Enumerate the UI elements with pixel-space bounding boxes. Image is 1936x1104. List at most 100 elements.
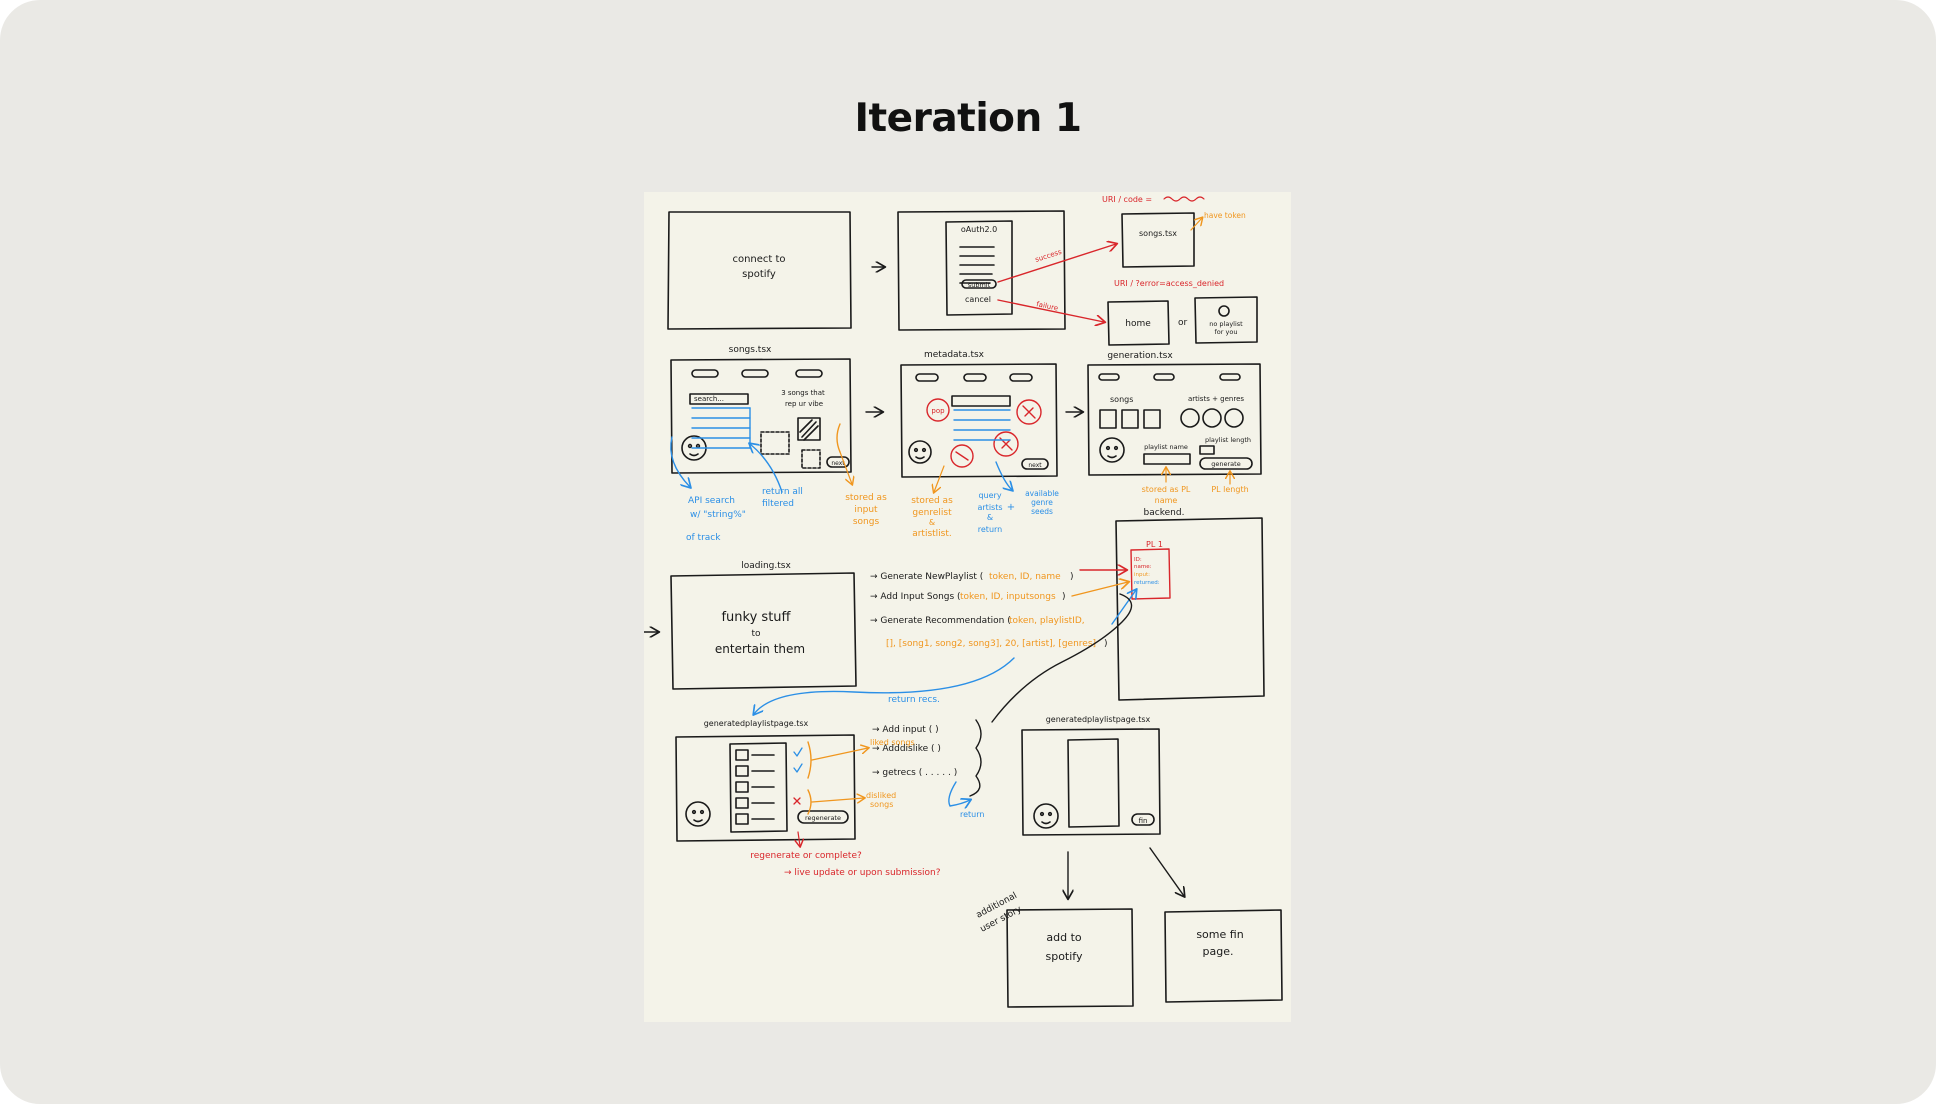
arrow-return (948, 781, 970, 806)
return-all-line1: return all (762, 487, 803, 497)
or-label: or (1178, 318, 1188, 328)
query-plus: + (1007, 502, 1015, 513)
gen-pllength: playlist length (1205, 436, 1251, 444)
question1: regenerate or complete? (750, 851, 862, 861)
arrow-have-token (1190, 218, 1202, 231)
api-search-line2: w/ "string%" (690, 510, 746, 520)
avail-line1: available (1025, 489, 1059, 498)
gen-generate: generate (1211, 460, 1240, 468)
oauth-submit: submit (968, 281, 991, 289)
loading-line3: entertain them (715, 642, 805, 656)
backend-box (1115, 517, 1265, 701)
metadata-pop: pop (931, 407, 945, 415)
wireframe-sketch: connect to spotify oAuth2.0 submit cance… (644, 195, 1283, 1008)
uri-code-squiggle (1163, 196, 1205, 202)
return-all-line2: filtered (762, 499, 794, 509)
meta-stored-line2: genrelist (912, 508, 952, 518)
home-label: home (1125, 319, 1151, 329)
func3-line2: [], [song1, song2, song3], 20, [artist],… (886, 639, 1096, 649)
call1: → Add input ( ) (872, 725, 939, 735)
call3: → getrecs ( . . . . . ) (872, 768, 957, 778)
add-spotify-line2: spotify (1045, 950, 1082, 963)
func1-name: → Generate NewPlaylist ( (870, 572, 983, 582)
func3-name: → Generate Recommendation ( (870, 616, 1011, 626)
func2-name: → Add Input Songs ( (870, 592, 961, 602)
pl1-id: ID: (1134, 557, 1142, 563)
arrow-metadata-stored (934, 465, 945, 492)
gen-pllength-note: PL length (1211, 485, 1248, 494)
disliked-line2: songs (870, 800, 893, 809)
loading-line1: funky stuff (721, 610, 791, 625)
generation-screen (1087, 363, 1262, 476)
add-spotify-line1: add to (1046, 931, 1082, 944)
arrow-calls-backend (991, 593, 1133, 723)
oauth-cancel: cancel (965, 295, 991, 304)
func3-close: ) (1104, 639, 1108, 649)
check-marks (793, 747, 803, 805)
uri-code-label: URI / code = (1102, 195, 1152, 204)
pl1-name: name: (1134, 564, 1152, 570)
query-line3: & (987, 513, 993, 522)
gen-plname: playlist name (1144, 443, 1188, 451)
regenerate-btn: regenerate (805, 814, 841, 822)
calls-brace (969, 719, 982, 797)
disliked-line1: disliked (866, 791, 896, 800)
songs-stored-line2: input (854, 505, 878, 515)
loading-line2: to (751, 629, 761, 639)
songs-orange-brace (836, 423, 841, 453)
return-recs-label: return recs. (888, 695, 940, 705)
gen-songs: songs (1110, 395, 1133, 404)
pl1-input: input: (1134, 572, 1150, 578)
arrow-return-recs (754, 657, 1015, 714)
songs-top-screen (1121, 212, 1195, 268)
question2: → live update or upon submission? (784, 868, 941, 878)
arrow-disliked (811, 798, 864, 802)
songs-search: search... (694, 395, 724, 403)
avail-line3: seeds (1031, 507, 1053, 516)
success-label: success (1034, 248, 1063, 264)
func1-close: ) (1070, 572, 1074, 582)
connect-line1: connect to (732, 254, 785, 265)
slide-card: Iteration 1 connect to spotify oAuth2.0 … (0, 0, 1936, 1104)
slide-title: Iteration 1 (854, 96, 1082, 141)
call2: → Adddislike ( ) (872, 744, 941, 754)
sketch-paper: connect to spotify oAuth2.0 submit cance… (644, 192, 1291, 1022)
songs-screen (670, 358, 852, 474)
generated-tsx-label: generatedplaylistpage.tsx (704, 719, 809, 728)
no-playlist-line1: no playlist (1209, 320, 1243, 328)
loading-tsx-label: loading.tsx (741, 561, 791, 571)
arrow-some-fin (1149, 847, 1184, 896)
have-token-label: have token (1204, 211, 1246, 220)
songs-hint1: 3 songs that (781, 389, 825, 397)
songs-tsx-label: songs.tsx (729, 345, 772, 355)
meta-stored-line3: & (929, 518, 935, 527)
avail-line2: genre (1031, 498, 1053, 507)
pl1-title: PL 1 (1146, 540, 1163, 549)
api-search-line3: of track (686, 533, 721, 543)
oauth-title: oAuth2.0 (961, 225, 997, 234)
songs-top-label: songs.tsx (1139, 229, 1177, 238)
fin-btn: fin (1139, 817, 1148, 825)
query-line2: artists (977, 503, 1002, 512)
some-fin-line2: page. (1203, 945, 1234, 958)
meta-stored-line4: artistlist. (912, 529, 952, 539)
func2-close: ) (1062, 592, 1066, 602)
loading-screen (670, 572, 857, 690)
uri-error-label: URI / ?error=access_denied (1114, 279, 1224, 288)
orange-braces (807, 741, 812, 815)
metadata-blue-results (953, 409, 1012, 490)
arrow-liked (811, 748, 868, 761)
gen-stored-line2: name (1155, 496, 1178, 505)
connect-line2: spotify (742, 269, 776, 280)
no-playlist-line2: for you (1215, 328, 1238, 336)
func1-args: token, ID, name (989, 572, 1061, 582)
songs-hint2: rep ur vibe (785, 400, 823, 408)
generation-tsx-label: generation.tsx (1107, 351, 1173, 361)
gen-artists: artists + genres (1188, 395, 1244, 403)
some-fin-line1: some fin (1196, 928, 1243, 941)
func3-args: token, playlistID, (1009, 616, 1085, 626)
query-line4: return (978, 525, 1002, 534)
pl1-returned: returned: (1134, 580, 1160, 586)
metadata-next: next (1028, 462, 1042, 469)
songs-stored-line1: stored as (845, 493, 887, 503)
